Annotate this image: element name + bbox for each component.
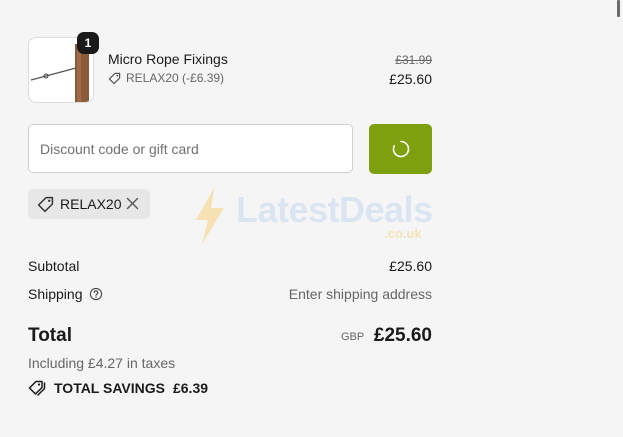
tag-icon [108,72,121,84]
total-savings: TOTAL SAVINGS £6.39 [28,380,208,396]
discount-code-input[interactable] [28,124,353,173]
watermark: LatestDeals .co.uk [192,186,437,248]
watermark-text: LatestDeals [236,189,433,230]
product-discount-label: RELAX20 (-£6.39) [126,71,225,85]
total-savings-value: £6.39 [172,380,209,396]
question-circle-icon[interactable] [89,287,103,301]
currency-code: GBP [341,331,365,343]
shipping-label-text: Shipping [28,286,83,302]
shipping-label: Shipping [28,286,103,302]
quantity-badge: 1 [77,32,99,54]
total-value: £25.60 [373,325,432,346]
tags-icon [28,380,46,396]
subtotal-label: Subtotal [28,258,80,274]
original-price: £31.99 [395,53,432,67]
watermark-subtext: .co.uk [384,226,422,241]
close-icon[interactable] [125,196,140,211]
shipping-value: Enter shipping address [288,286,432,302]
spinner-icon [392,140,409,158]
product-name: Micro Rope Fixings [108,51,228,67]
tag-icon [37,196,54,212]
applied-discount-code: RELAX20 [60,196,122,212]
subtotal-value: £25.60 [389,258,432,274]
product-discount: RELAX20 (-£6.39) [108,71,224,85]
item-price: £25.60 [389,71,432,87]
total-label: Total [28,325,72,346]
scrollbar[interactable] [617,0,620,17]
applied-discount-chip: RELAX20 [28,189,150,219]
total-savings-label: TOTAL SAVINGS [54,380,165,396]
apply-discount-button[interactable] [369,124,432,174]
taxes-note: Including £4.27 in taxes [28,355,176,371]
lightning-icon [196,188,224,244]
